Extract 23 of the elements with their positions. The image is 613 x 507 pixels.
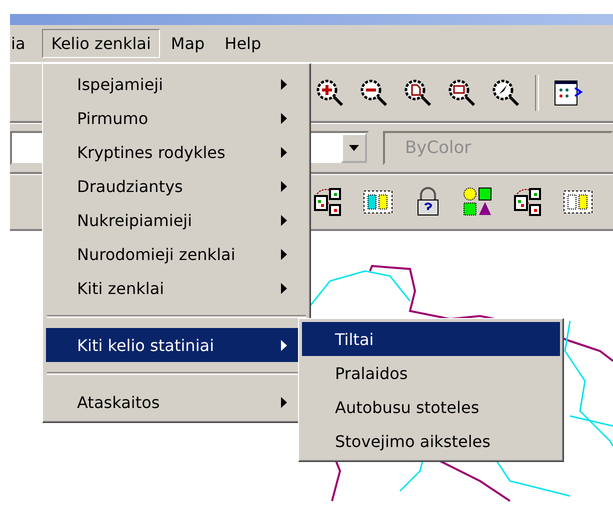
network-icon[interactable] xyxy=(512,186,544,218)
menu-item[interactable]: Nukreipiamieji xyxy=(46,203,307,237)
magnifier-arrow-icon[interactable] xyxy=(491,78,521,108)
menu-bar-item[interactable]: ia xyxy=(10,29,34,58)
menu-item[interactable]: Draudziantys xyxy=(46,169,307,203)
menu-bar-item[interactable]: Kelio zenklai xyxy=(42,29,160,58)
magnifier-page-icon[interactable] xyxy=(403,78,433,108)
shapes-icon[interactable] xyxy=(462,186,494,218)
menu-bar-item[interactable]: Help xyxy=(216,29,270,58)
menu-item[interactable]: Pirmumo xyxy=(46,101,307,135)
menu-bar-item[interactable]: Map xyxy=(162,29,214,58)
menu-item[interactable]: Ispejamieji xyxy=(46,67,307,101)
menu-item[interactable]: Tiltai xyxy=(302,322,560,356)
menu-item[interactable]: Nurodomieji zenklai xyxy=(46,237,307,271)
dropdown-arrow-icon xyxy=(349,145,359,151)
magnifier-window-icon[interactable] xyxy=(447,78,477,108)
menu-item[interactable]: Stovejimo aiksteles xyxy=(302,424,560,458)
menu-item[interactable]: Kryptines rodykles xyxy=(46,135,307,169)
zoom-out-icon[interactable] xyxy=(359,78,389,108)
menu-item[interactable]: Kiti zenklai xyxy=(46,271,307,305)
zoom-in-icon[interactable] xyxy=(315,78,345,108)
table-icon[interactable] xyxy=(553,78,585,108)
network-icon[interactable] xyxy=(312,186,344,218)
